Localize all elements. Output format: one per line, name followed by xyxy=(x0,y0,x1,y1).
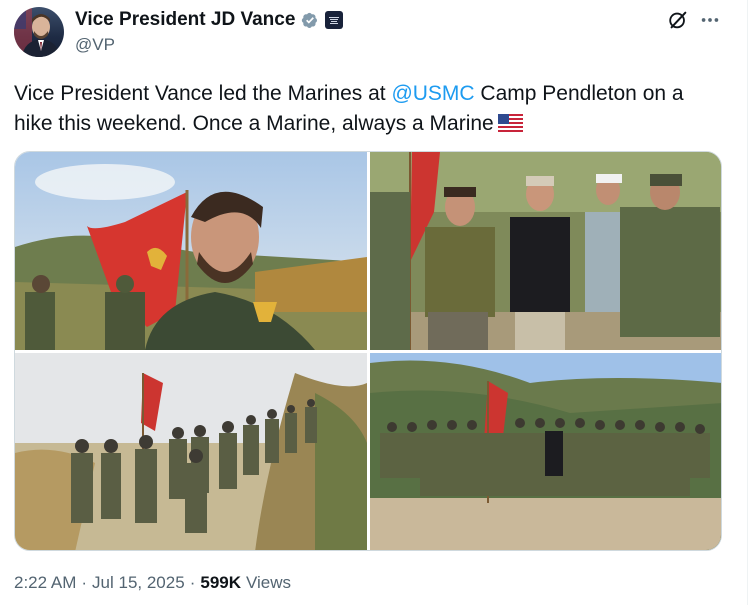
views-count: 599K xyxy=(200,573,241,592)
verified-badge-icon[interactable] xyxy=(300,10,320,30)
mention-link[interactable]: @USMC xyxy=(391,82,474,105)
photo-1[interactable] xyxy=(15,152,367,350)
white-house-seal-icon[interactable] xyxy=(325,11,344,29)
tweet-text-part: Vice President Vance led the Marines at xyxy=(14,82,392,105)
tweet-time[interactable]: 2:22 AM xyxy=(14,573,76,593)
author-name-row: Vice President JD Vance xyxy=(75,8,344,32)
author-handle[interactable]: @VP xyxy=(75,35,115,55)
views-label: Views xyxy=(246,573,292,592)
tweet-text: Vice President Vance led the Marines at … xyxy=(14,79,724,139)
us-flag-icon xyxy=(497,114,523,132)
photo-4[interactable] xyxy=(370,353,721,550)
grok-icon[interactable] xyxy=(667,9,689,31)
meta-separator: · xyxy=(81,573,88,592)
author-display-name[interactable]: Vice President JD Vance xyxy=(75,9,295,31)
meta-separator: · xyxy=(189,573,196,592)
tweet-date[interactable]: Jul 15, 2025 xyxy=(92,573,185,593)
tweet-card: Vice President JD Vance @VP Vice Preside… xyxy=(0,0,748,605)
avatar[interactable] xyxy=(14,7,64,57)
media-grid xyxy=(14,151,722,551)
more-options-icon[interactable] xyxy=(699,9,721,31)
photo-3[interactable] xyxy=(15,353,367,550)
photo-2[interactable] xyxy=(370,152,721,350)
tweet-meta: 2:22 AM · Jul 15, 2025 · 599K Views xyxy=(14,573,291,593)
